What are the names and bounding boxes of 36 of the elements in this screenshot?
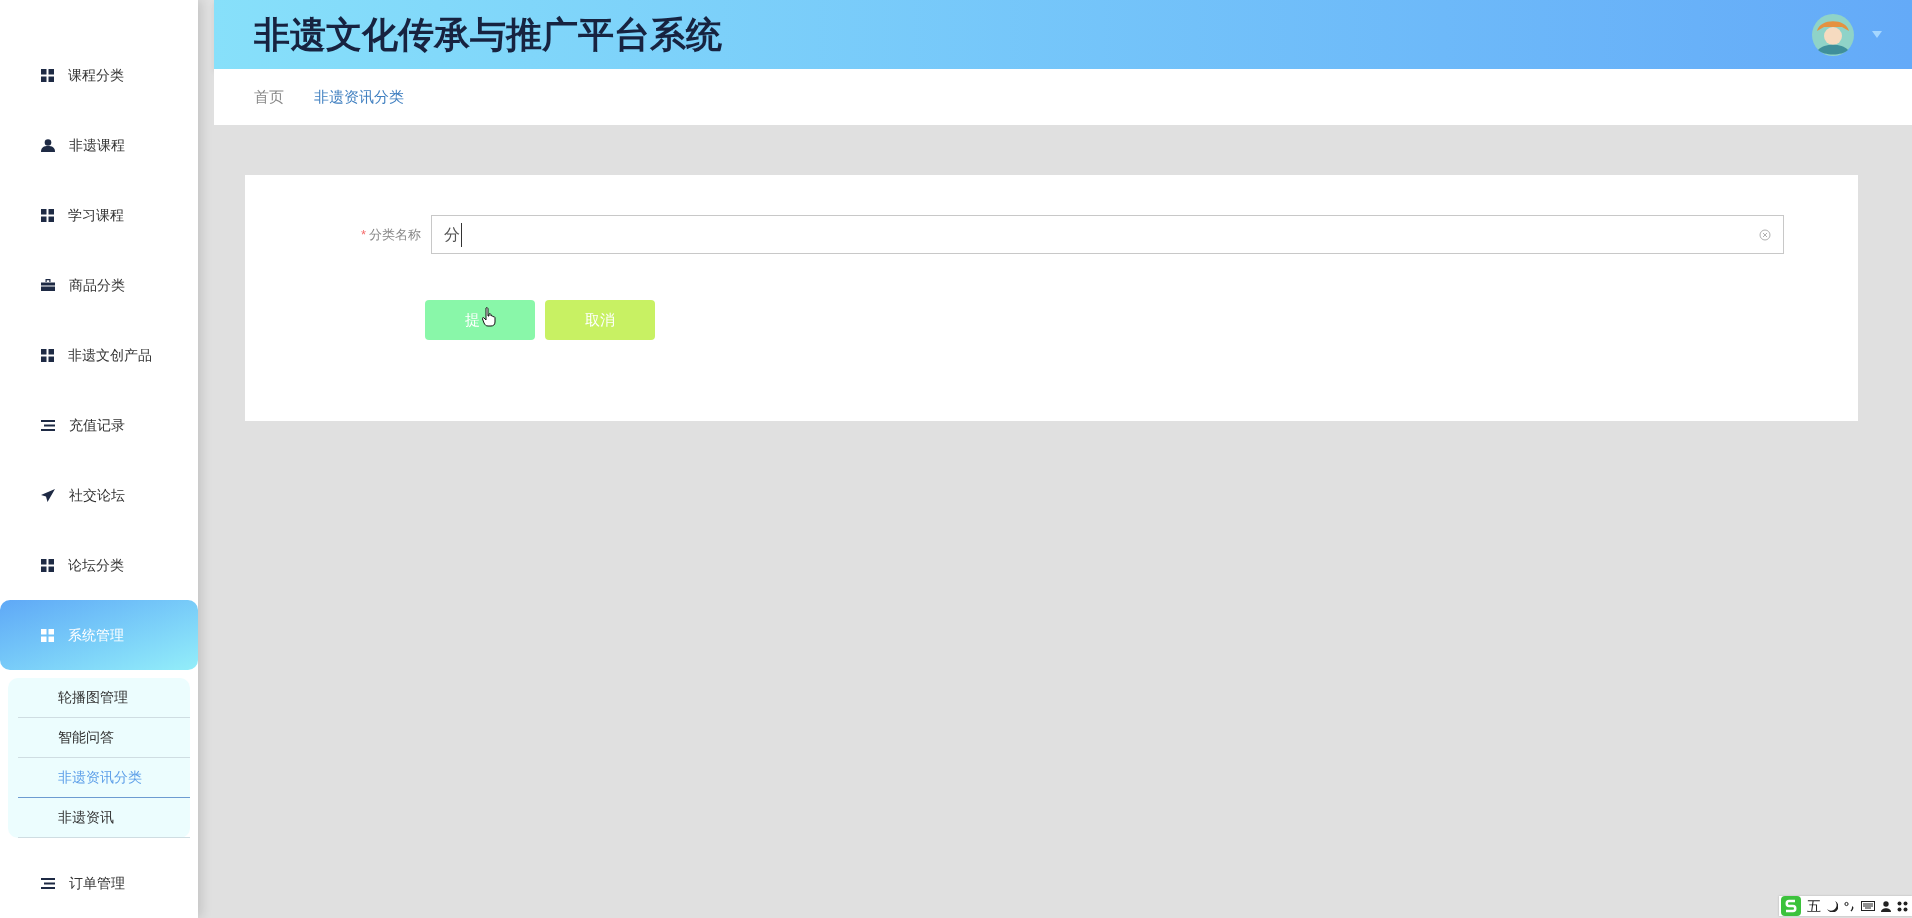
submenu-item[interactable]: 智能问答 — [18, 718, 190, 758]
app-title: 非遗文化传承与推广平台系统 — [254, 12, 722, 57]
input-field[interactable]: 分 — [431, 215, 1784, 254]
submenu-item[interactable]: 非遗资讯 — [18, 798, 190, 838]
sidebar-item[interactable]: 订单管理 — [0, 848, 198, 918]
keyboard-icon[interactable] — [1861, 901, 1875, 911]
grid-icon — [41, 208, 54, 222]
send-icon — [41, 488, 55, 502]
breadcrumb-link[interactable]: 首页 — [254, 85, 284, 109]
hand-cursor-icon — [482, 307, 497, 327]
punctuation-icon[interactable] — [1844, 900, 1855, 912]
list-icon — [41, 419, 55, 431]
sidebar-item[interactable]: 非遗课程 — [0, 110, 198, 180]
submenu-item[interactable]: 轮播图管理 — [18, 678, 190, 718]
sidebar-item[interactable]: 课程分类 — [0, 40, 198, 110]
user-icon — [41, 138, 55, 152]
grid-icon — [41, 558, 54, 572]
field-label: 分类名称 — [369, 225, 421, 244]
sidebar-item[interactable]: 充值记录 — [0, 390, 198, 460]
briefcase-icon — [41, 279, 55, 291]
sidebar-item[interactable]: 学习课程 — [0, 180, 198, 250]
sidebar-item[interactable]: 论坛分类 — [0, 530, 198, 600]
grid-icon — [41, 68, 54, 82]
sidebar-item[interactable]: 非遗文创产品 — [0, 320, 198, 390]
sidebar-item[interactable]: 社交论坛 — [0, 460, 198, 530]
sidebar-item[interactable]: 商品分类 — [0, 250, 198, 320]
breadcrumb-link[interactable]: 非遗资讯分类 — [314, 85, 404, 109]
list-icon — [41, 877, 55, 889]
grid-icon — [41, 628, 54, 642]
moon-icon[interactable] — [1827, 900, 1838, 912]
required-mark: * — [360, 225, 366, 244]
grid-icon — [41, 348, 54, 362]
input-mode-label[interactable]: 五 — [1807, 895, 1821, 917]
grid-icon[interactable] — [1897, 900, 1908, 912]
avatar[interactable] — [1812, 13, 1854, 56]
user-icon[interactable] — [1881, 900, 1891, 912]
